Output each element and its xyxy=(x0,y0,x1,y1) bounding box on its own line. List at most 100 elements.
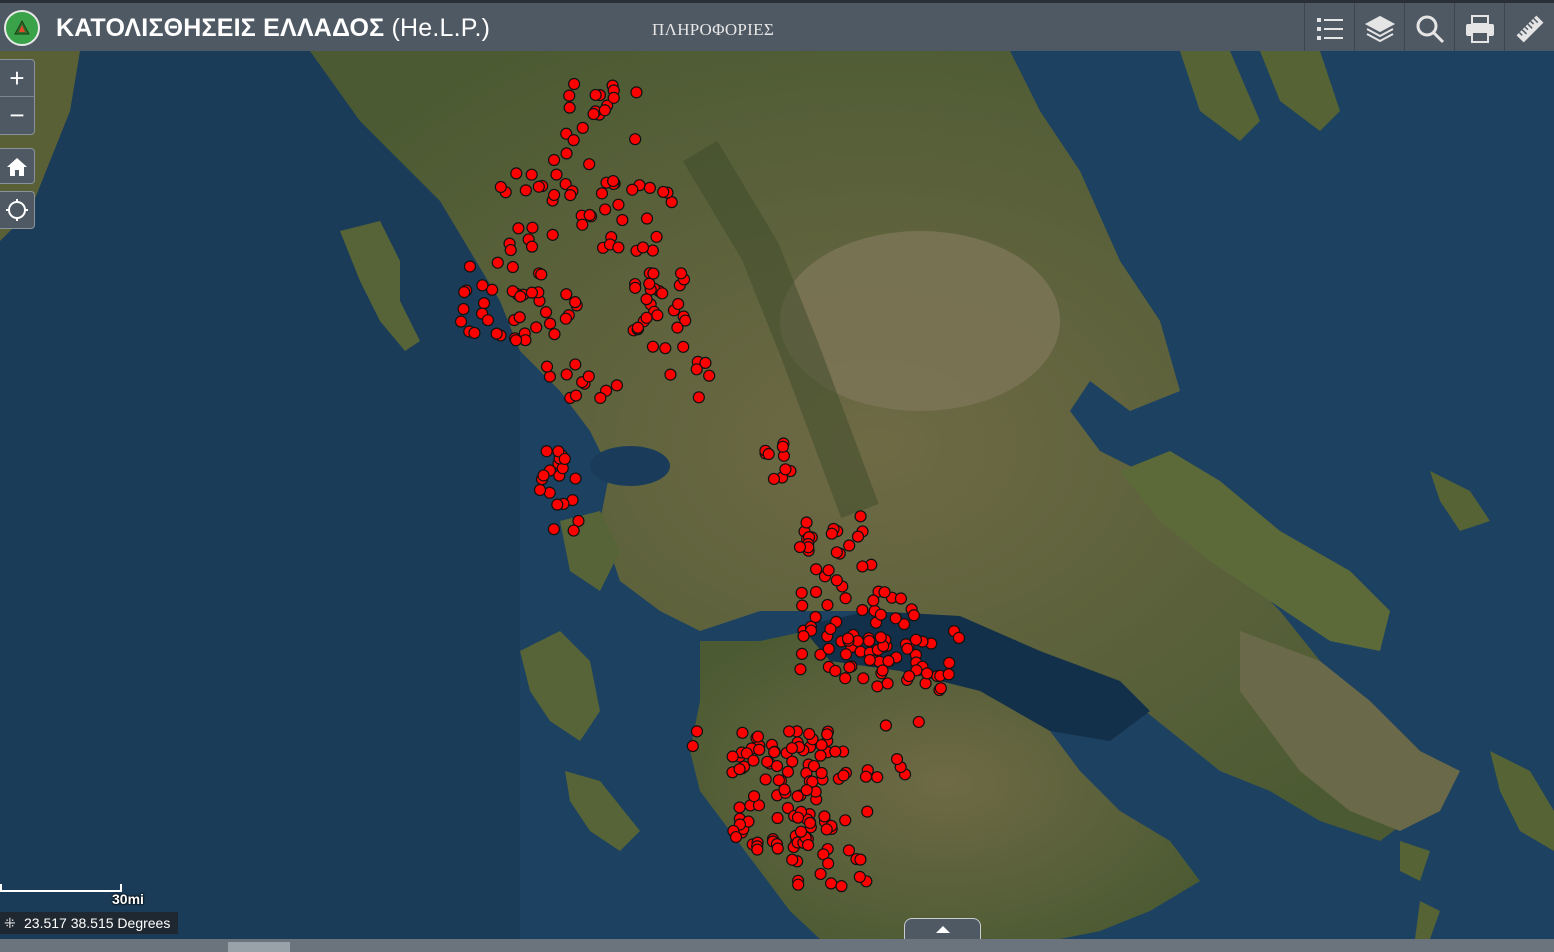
landslide-marker[interactable] xyxy=(576,218,589,231)
landslide-marker[interactable] xyxy=(647,267,660,280)
landslide-marker[interactable] xyxy=(543,370,557,383)
landslide-marker[interactable] xyxy=(809,610,822,624)
landslide-marker[interactable] xyxy=(820,823,833,836)
landslide-marker[interactable] xyxy=(650,230,663,243)
landslide-marker[interactable] xyxy=(821,728,834,741)
landslide-marker[interactable] xyxy=(504,243,517,257)
landslide-marker[interactable] xyxy=(567,77,581,91)
landslide-marker[interactable] xyxy=(589,88,602,102)
landslide-marker[interactable] xyxy=(841,632,855,645)
landslide-marker[interactable] xyxy=(563,89,576,102)
landslide-marker[interactable] xyxy=(463,260,477,273)
landslide-marker[interactable] xyxy=(630,86,643,99)
landslide-marker[interactable] xyxy=(759,773,772,786)
landslide-marker[interactable] xyxy=(878,586,891,599)
landslide-marker[interactable] xyxy=(537,469,550,482)
layers-button[interactable] xyxy=(1354,3,1405,54)
landslide-marker[interactable] xyxy=(525,240,539,253)
landslide-marker[interactable] xyxy=(747,754,760,767)
landslide-marker[interactable] xyxy=(672,297,685,311)
landslide-marker[interactable] xyxy=(912,715,925,729)
landslide-marker[interactable] xyxy=(560,368,573,381)
landslide-marker[interactable] xyxy=(856,603,869,617)
home-button[interactable] xyxy=(0,148,35,184)
landslide-marker[interactable] xyxy=(525,286,539,299)
landslide-marker[interactable] xyxy=(829,745,842,758)
landslide-marker[interactable] xyxy=(629,133,642,146)
landslide-marker[interactable] xyxy=(726,750,739,763)
landslide-marker[interactable] xyxy=(830,546,843,559)
landslide-marker[interactable] xyxy=(861,805,874,818)
landslide-marker[interactable] xyxy=(551,498,564,511)
landslide-marker[interactable] xyxy=(751,843,764,856)
landslide-marker[interactable] xyxy=(567,134,580,147)
landslide-marker[interactable] xyxy=(559,312,572,325)
landslide-marker[interactable] xyxy=(530,321,543,334)
landslide-marker[interactable] xyxy=(476,279,489,292)
landslide-marker[interactable] xyxy=(934,682,947,695)
landslide-marker[interactable] xyxy=(835,880,848,893)
landslide-marker[interactable] xyxy=(733,801,746,814)
landslide-marker[interactable] xyxy=(519,184,532,197)
landslide-marker[interactable] xyxy=(776,440,789,453)
landslide-marker[interactable] xyxy=(753,743,766,756)
landslide-marker[interactable] xyxy=(863,634,876,648)
landslide-marker[interactable] xyxy=(943,656,956,669)
landslide-marker[interactable] xyxy=(576,121,589,134)
landslide-marker[interactable] xyxy=(569,296,582,309)
landslide-marker[interactable] xyxy=(794,825,808,838)
landslide-marker[interactable] xyxy=(567,524,580,537)
landslide-marker[interactable] xyxy=(457,302,470,316)
landslide-marker[interactable] xyxy=(919,677,932,690)
landslide-marker[interactable] xyxy=(610,379,624,392)
landslide-marker[interactable] xyxy=(626,183,639,196)
landslide-marker[interactable] xyxy=(822,857,835,870)
landslide-marker[interactable] xyxy=(569,358,582,371)
landslide-marker[interactable] xyxy=(599,203,612,216)
landslide-marker[interactable] xyxy=(952,631,966,644)
landslide-marker[interactable] xyxy=(839,592,852,605)
landslide-marker[interactable] xyxy=(890,753,904,766)
landslide-marker[interactable] xyxy=(894,592,908,605)
bottom-scrollbar[interactable] xyxy=(0,939,1554,952)
landslide-marker[interactable] xyxy=(535,268,548,281)
landslide-marker[interactable] xyxy=(540,360,554,373)
landslide-marker[interactable] xyxy=(747,790,761,803)
landslide-marker[interactable] xyxy=(751,730,765,743)
landslide-marker[interactable] xyxy=(656,287,669,300)
landslide-marker[interactable] xyxy=(859,770,873,783)
landslide-marker[interactable] xyxy=(785,742,799,755)
landslide-marker[interactable] xyxy=(636,241,650,254)
landslide-marker[interactable] xyxy=(801,838,815,852)
landslide-marker[interactable] xyxy=(856,560,869,573)
landslide-marker[interactable] xyxy=(920,667,934,680)
landslide-marker[interactable] xyxy=(795,586,808,599)
landslide-marker[interactable] xyxy=(560,288,573,301)
landslide-marker[interactable] xyxy=(640,212,654,225)
landslide-marker[interactable] xyxy=(539,306,553,319)
landslide-marker[interactable] xyxy=(629,281,642,294)
landslide-marker[interactable] xyxy=(881,677,894,690)
landslide-marker[interactable] xyxy=(762,447,775,461)
landslide-marker[interactable] xyxy=(791,790,804,803)
landslide-marker[interactable] xyxy=(703,369,716,382)
landslide-marker[interactable] xyxy=(643,181,657,195)
landslide-marker[interactable] xyxy=(793,540,807,554)
landslide-marker[interactable] xyxy=(851,530,865,543)
print-button[interactable] xyxy=(1454,3,1505,54)
landslide-marker[interactable] xyxy=(595,187,609,200)
search-button[interactable] xyxy=(1404,3,1455,54)
landslide-marker[interactable] xyxy=(815,738,828,752)
zoom-in-button[interactable]: + xyxy=(0,60,34,96)
measure-button[interactable] xyxy=(1504,3,1554,54)
landslide-marker[interactable] xyxy=(796,599,809,612)
landslide-marker[interactable] xyxy=(563,101,576,114)
landslide-marker[interactable] xyxy=(550,168,563,181)
landslide-marker[interactable] xyxy=(803,727,816,741)
landslide-marker[interactable] xyxy=(814,867,827,881)
landslide-marker[interactable] xyxy=(631,321,645,334)
landslide-marker[interactable] xyxy=(842,844,856,857)
landslide-marker[interactable] xyxy=(829,664,842,677)
landslide-marker[interactable] xyxy=(771,842,784,855)
map-view[interactable]: + − xyxy=(0,51,1554,939)
